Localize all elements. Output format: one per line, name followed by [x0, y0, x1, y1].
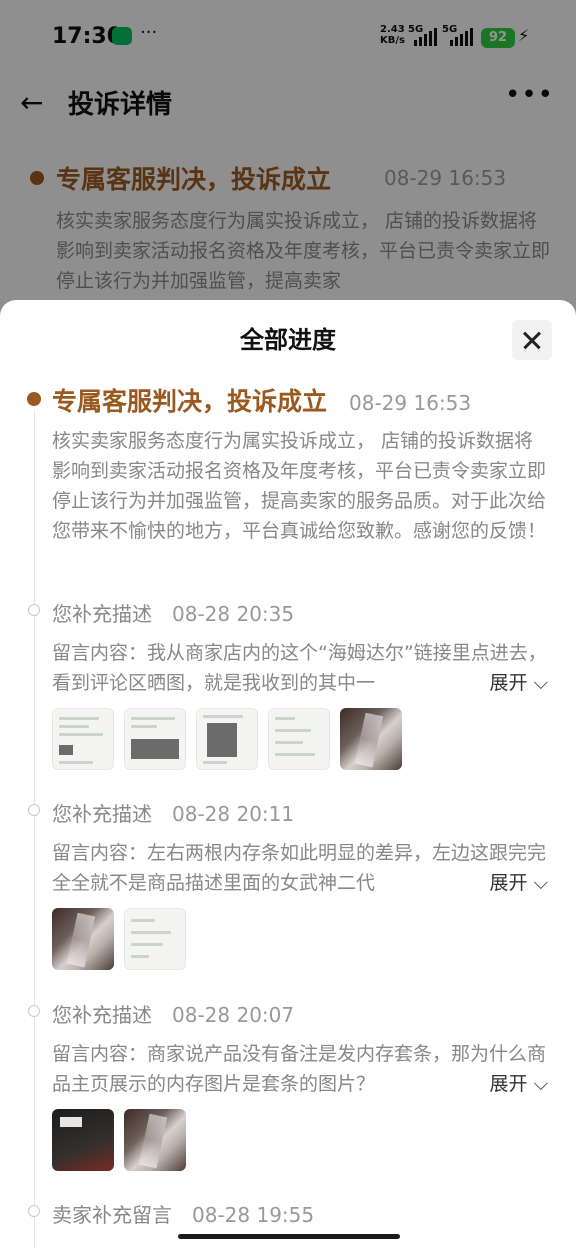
- expand-button[interactable]: 展开 ⌵: [485, 868, 548, 898]
- chevron-down-icon: ⌵: [527, 872, 548, 894]
- attachment-thumbnail[interactable]: [124, 908, 186, 970]
- chevron-down-icon: ⌵: [527, 672, 548, 694]
- expand-button[interactable]: 展开 ⌵: [485, 668, 548, 698]
- timeline-dot-active: [27, 392, 41, 406]
- timeline-dot: [28, 604, 40, 616]
- entry-time: 08-28 20:07: [172, 1003, 295, 1027]
- sheet-title: 全部进度: [240, 326, 336, 354]
- timeline-dot: [28, 1205, 40, 1217]
- progress-sheet: 全部进度 专属客服判决，投诉成立 08-29 16:53 核实卖家服务态度行为属实…: [0, 300, 576, 1248]
- attachment-thumbnails: [52, 708, 402, 770]
- entry-label: 您补充描述: [52, 602, 152, 626]
- entry-label: 您补充描述: [52, 802, 152, 826]
- entry-message: 留言内容：商家说产品没有备注是发内存套条，那为什么商品主页展示的内存图片是套条的…: [52, 1043, 547, 1095]
- close-icon[interactable]: [512, 320, 552, 360]
- attachment-thumbnail[interactable]: [196, 708, 258, 770]
- timeline-dot: [28, 1005, 40, 1017]
- entry-label: 专属客服判决，投诉成立: [52, 387, 328, 416]
- attachment-thumbnails: [52, 908, 186, 970]
- expand-button[interactable]: 展开 ⌵: [485, 1069, 548, 1099]
- attachment-thumbnail[interactable]: [52, 908, 114, 970]
- timeline-line: [34, 410, 35, 1248]
- attachment-thumbnail[interactable]: [340, 708, 402, 770]
- entry-label: 您补充描述: [52, 1003, 152, 1027]
- entry-time: 08-29 16:53: [349, 391, 472, 415]
- attachment-thumbnail[interactable]: [52, 708, 114, 770]
- home-indicator[interactable]: [178, 1234, 400, 1239]
- attachment-thumbnail[interactable]: [52, 1109, 114, 1171]
- timeline-dot: [28, 804, 40, 816]
- entry-header: 您补充描述 08-28 20:07: [52, 999, 294, 1028]
- entry-time: 08-28 19:55: [192, 1203, 315, 1227]
- entry-header: 您补充描述 08-28 20:11: [52, 798, 294, 827]
- entry-time: 08-28 20:35: [172, 602, 295, 626]
- attachment-thumbnail[interactable]: [124, 708, 186, 770]
- attachment-thumbnails: [52, 1109, 186, 1171]
- entry-header: 卖家补充留言 08-28 19:55: [52, 1199, 314, 1228]
- attachment-thumbnail[interactable]: [268, 708, 330, 770]
- entry-message: 留言内容：左右两根内存条如此明显的差异，左边这跟完完全全就不是商品描述里面的女武…: [52, 842, 547, 894]
- attachment-thumbnail[interactable]: [124, 1109, 186, 1171]
- entry-time: 08-28 20:11: [172, 802, 295, 826]
- entry-message: 留言内容：我从商家店内的这个“海姆达尔”链接里点进去，看到评论区晒图，就是我收到…: [52, 642, 547, 694]
- entry-content: 核实卖家服务态度行为属实投诉成立， 店铺的投诉数据将影响到卖家活动报名资格及年度…: [52, 430, 547, 542]
- entry-header: 专属客服判决，投诉成立 08-29 16:53: [52, 382, 471, 418]
- chevron-down-icon: ⌵: [527, 1073, 548, 1095]
- entry-label: 卖家补充留言: [52, 1203, 172, 1227]
- entry-header: 您补充描述 08-28 20:35: [52, 598, 294, 627]
